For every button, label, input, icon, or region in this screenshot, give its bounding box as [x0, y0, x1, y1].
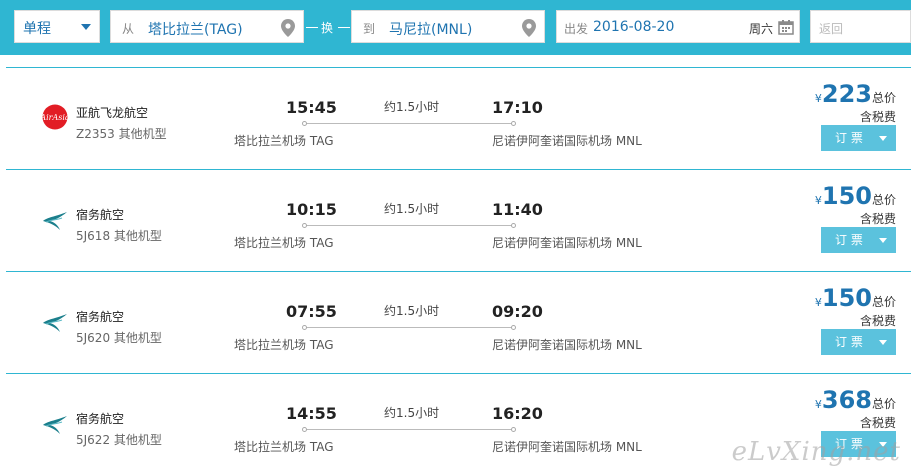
location-pin-icon: [281, 19, 295, 37]
tax-label: 含税费: [859, 314, 896, 328]
price-value: 150: [821, 182, 872, 210]
book-label: 订 票: [835, 335, 863, 349]
airline-name: 宿务航空: [76, 412, 125, 426]
to-city-value: 马尼拉(MNL): [389, 22, 473, 38]
arrival-airport: 尼诺伊阿奎诺国际机场 MNL: [492, 134, 642, 148]
from-city-input[interactable]: 从 塔比拉兰(TAG): [110, 10, 304, 43]
search-bar: 单程 从 塔比拉兰(TAG) 换 到 马尼拉(MNL) 出发 2016-08-2…: [0, 0, 911, 55]
book-label: 订 票: [835, 131, 863, 145]
price-label: 总价: [871, 295, 896, 309]
flight-duration: 约1.5小时: [384, 100, 440, 114]
chevron-down-icon: [879, 136, 887, 141]
book-button[interactable]: 订 票: [821, 329, 896, 355]
airasia-logo-icon: AirAsia: [42, 104, 68, 130]
to-city-input[interactable]: 到 马尼拉(MNL): [351, 10, 545, 43]
svg-text:AirAsia: AirAsia: [42, 113, 68, 122]
arrival-airport: 尼诺伊阿奎诺国际机场 MNL: [492, 236, 642, 250]
price-label: 总价: [871, 91, 896, 105]
flight-row: 宿务航空 5J620 其他机型 07:55 约1.5小时 09:20 塔比拉兰机…: [6, 272, 911, 374]
departure-time: 15:45: [286, 98, 337, 117]
arrival-airport: 尼诺伊阿奎诺国际机场 MNL: [492, 440, 642, 454]
book-button[interactable]: 订 票: [821, 227, 896, 253]
calendar-icon: [778, 20, 794, 35]
departure-time: 07:55: [286, 302, 337, 321]
flight-duration: 约1.5小时: [384, 406, 440, 420]
price-value: 368: [821, 386, 872, 414]
arrival-time: 16:20: [492, 404, 543, 423]
flight-number: 5J618 其他机型: [76, 229, 162, 243]
chevron-down-icon: [879, 340, 887, 345]
route-line: [302, 427, 516, 432]
tax-label: 含税费: [859, 110, 896, 124]
flight-number: Z2353 其他机型: [76, 127, 167, 141]
from-city-value: 塔比拉兰(TAG): [148, 22, 243, 38]
watermark: eLvXing.net: [731, 437, 901, 467]
arrival-time: 09:20: [492, 302, 543, 321]
price: ¥223总价: [815, 80, 896, 108]
tax-label: 含税费: [859, 416, 896, 430]
route-line: [302, 325, 516, 330]
departure-airport: 塔比拉兰机场 TAG: [234, 134, 334, 148]
price: ¥368总价: [815, 386, 896, 414]
location-pin-icon: [522, 19, 536, 37]
book-button[interactable]: 订 票: [821, 125, 896, 151]
price: ¥150总价: [815, 284, 896, 312]
cebu-pacific-logo-icon: [43, 314, 67, 332]
currency-symbol: ¥: [814, 194, 822, 207]
flight-list: AirAsia 亚航飞龙航空 Z2353 其他机型 15:45 约1.5小时 1…: [6, 67, 911, 475]
departure-date-input[interactable]: 出发 2016-08-20 周六: [556, 10, 800, 43]
airline-name: 亚航飞龙航空: [76, 106, 149, 120]
currency-symbol: ¥: [814, 398, 822, 411]
cebu-pacific-logo-icon: [43, 416, 67, 434]
to-prefix: 到: [363, 22, 376, 36]
trip-type-select[interactable]: 单程: [14, 10, 100, 43]
flight-row: AirAsia 亚航飞龙航空 Z2353 其他机型 15:45 约1.5小时 1…: [6, 68, 911, 170]
chevron-down-icon: [81, 24, 91, 30]
departure-airport: 塔比拉兰机场 TAG: [234, 338, 334, 352]
arrival-time: 11:40: [492, 200, 543, 219]
airline-name: 宿务航空: [76, 310, 125, 324]
price: ¥150总价: [815, 182, 896, 210]
chevron-down-icon: [879, 238, 887, 243]
currency-symbol: ¥: [814, 296, 822, 309]
flight-row: 宿务航空 5J618 其他机型 10:15 约1.5小时 11:40 塔比拉兰机…: [6, 170, 911, 272]
arrival-time: 17:10: [492, 98, 543, 117]
flight-number: 5J620 其他机型: [76, 331, 162, 345]
book-label: 订 票: [835, 233, 863, 247]
date-prefix: 出发: [564, 22, 589, 36]
return-date-input[interactable]: 返回: [810, 10, 911, 43]
price-value: 223: [821, 80, 872, 108]
flight-duration: 约1.5小时: [384, 202, 440, 216]
price-value: 150: [821, 284, 872, 312]
route-line: [302, 121, 516, 126]
currency-symbol: ¥: [814, 92, 822, 105]
swap-label: 换: [321, 21, 334, 35]
airline-name: 宿务航空: [76, 208, 125, 222]
flight-duration: 约1.5小时: [384, 304, 440, 318]
price-label: 总价: [871, 193, 896, 207]
tax-label: 含税费: [859, 212, 896, 226]
departure-time: 14:55: [286, 404, 337, 423]
departure-time: 10:15: [286, 200, 337, 219]
departure-airport: 塔比拉兰机场 TAG: [234, 236, 334, 250]
flight-number: 5J622 其他机型: [76, 433, 162, 447]
date-value: 2016-08-20: [593, 19, 675, 35]
arrival-airport: 尼诺伊阿奎诺国际机场 MNL: [492, 338, 642, 352]
swap-cities-button[interactable]: 换: [305, 19, 351, 35]
price-label: 总价: [871, 397, 896, 411]
return-placeholder: 返回: [819, 22, 844, 36]
day-of-week: 周六: [748, 22, 773, 36]
route-line: [302, 223, 516, 228]
from-prefix: 从: [122, 22, 135, 36]
trip-type-label: 单程: [23, 21, 51, 37]
cebu-pacific-logo-icon: [43, 212, 67, 230]
departure-airport: 塔比拉兰机场 TAG: [234, 440, 334, 454]
